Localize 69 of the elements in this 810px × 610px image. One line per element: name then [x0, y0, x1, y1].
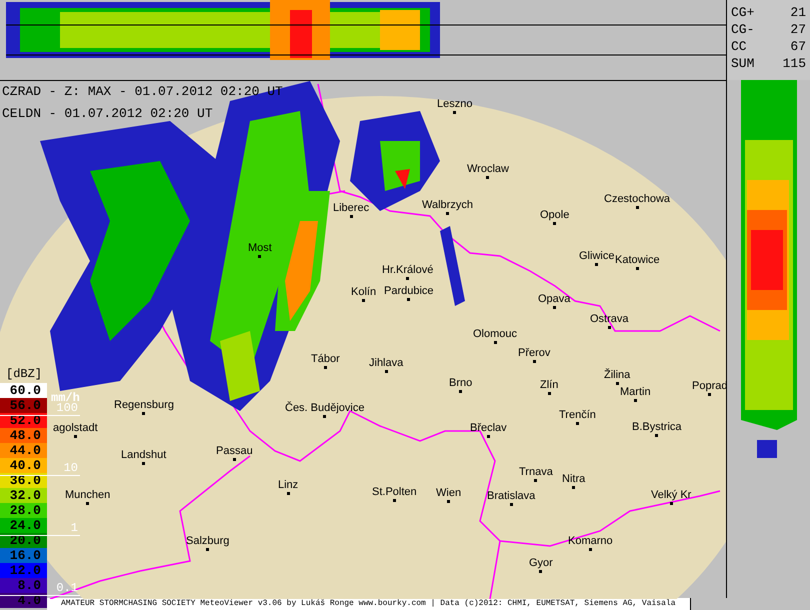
- city-label: agolstadt: [53, 422, 98, 435]
- city-label: Zlín: [540, 379, 558, 392]
- legend-swatch: 28.0: [0, 503, 47, 518]
- city-label: Passau: [216, 445, 253, 458]
- legend-swatch: 32.0: [0, 488, 47, 503]
- legend-swatch: 24.0: [0, 518, 47, 533]
- city-label: Opava: [538, 293, 570, 306]
- radar-header-text: CELDN - 01.07.2012 02:20 UT: [2, 105, 213, 123]
- stat-label: CC: [731, 38, 747, 55]
- city-label: Pardubice: [384, 285, 434, 298]
- city-label: Kolín: [351, 286, 376, 299]
- city-label: Velký Kr: [651, 489, 692, 502]
- city-label: Brno: [449, 377, 472, 390]
- city-label: Gliwice: [579, 250, 614, 263]
- stat-label: CG+: [731, 4, 754, 21]
- city-label: Nitra: [562, 473, 586, 486]
- rain-scale-mark: 100: [56, 402, 78, 415]
- city-label: Bratislava: [487, 490, 536, 503]
- city-label: Čes. Budějovice: [285, 402, 364, 415]
- city-label: Břeclav: [470, 422, 507, 435]
- city-label: Komarno: [568, 535, 613, 548]
- legend-swatch: 4.0: [0, 593, 47, 608]
- legend-swatch: 56.0: [0, 398, 47, 413]
- city-label: Salzburg: [186, 535, 230, 548]
- stat-label: CG-: [731, 21, 754, 38]
- legend-swatch: 48.0: [0, 428, 47, 443]
- legend-swatch: 60.0: [0, 383, 47, 398]
- legend-swatch: 40.0: [0, 458, 47, 473]
- city-label: Olomouc: [473, 328, 518, 341]
- rain-scale-mark: 10: [64, 462, 79, 475]
- echo-band: [380, 10, 420, 50]
- city-label: Tábor: [311, 353, 340, 366]
- city-label: Walbrzych: [422, 199, 473, 212]
- city-label: Leszno: [437, 98, 472, 111]
- city-label: Přerov: [518, 347, 550, 360]
- legend-unit: [dBZ]: [5, 366, 44, 383]
- stat-value: 27: [790, 21, 806, 38]
- rain-scale-mark: 1: [70, 522, 79, 535]
- legend-swatch: 20.0: [0, 533, 47, 548]
- legend-swatch: 12.0: [0, 563, 47, 578]
- city-label: Katowice: [615, 254, 660, 267]
- legend-swatch: 16.0: [0, 548, 47, 563]
- legend-swatch: 44.0: [0, 443, 47, 458]
- rain-scale-mark: 0.1: [56, 582, 79, 595]
- city-label: Martin: [620, 386, 651, 399]
- stat-value: 67: [790, 38, 806, 55]
- stat-value: 115: [782, 55, 806, 72]
- footer-credits: AMATEUR STORMCHASING SOCIETY MeteoViewer v3.06 by Lukáš Ronge www.bourky.com | Data (c)2012: CHMI, EUMETSAT, Siemens AG, Vaisala: [47, 598, 690, 610]
- city-label: Liberec: [333, 202, 370, 215]
- city-label: Wien: [436, 487, 462, 500]
- city-label: Munchen: [65, 489, 110, 502]
- city-label: Regensburg: [114, 399, 174, 412]
- city-label: Gyor: [529, 557, 553, 570]
- stat-value: 21: [790, 4, 806, 21]
- city-label: B.Bystrica: [632, 421, 682, 434]
- city-label: Landshut: [121, 449, 166, 462]
- city-label: St.Polten: [372, 486, 417, 499]
- stat-label: SUM: [731, 55, 754, 72]
- city-label: Linz: [278, 479, 298, 492]
- city-label: Most: [248, 242, 272, 255]
- city-label: Trnava: [519, 466, 553, 479]
- city-label: Wroclaw: [467, 163, 509, 176]
- city-label: Trenčín: [559, 409, 596, 422]
- city-label: Jihlava: [369, 357, 404, 370]
- city-label: Žilina: [604, 369, 630, 382]
- city-label: Czestochowa: [604, 193, 670, 206]
- city-label: Opole: [540, 209, 570, 222]
- legend-swatch: 8.0: [0, 578, 47, 593]
- city-label: Hr.Králové: [382, 264, 434, 277]
